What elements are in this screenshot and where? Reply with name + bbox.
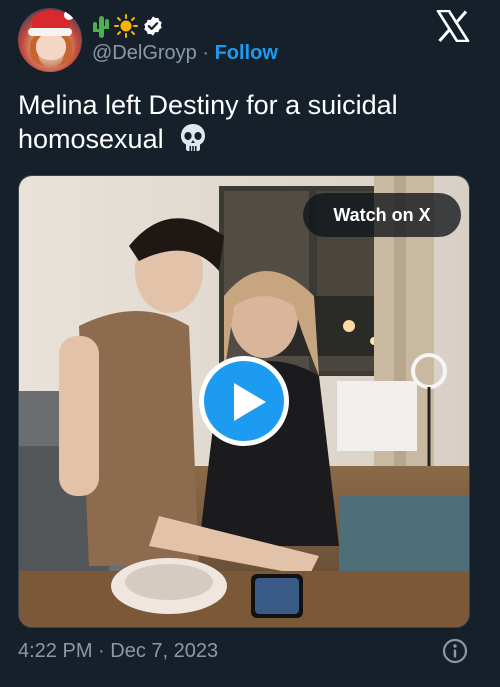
tweet-footer: 4:22 PM · Dec 7, 2023 [18,638,478,670]
play-icon [234,383,266,421]
video-media[interactable]: Watch on X [18,175,470,628]
timestamp[interactable]: 4:22 PM · Dec 7, 2023 [18,640,218,662]
skull-icon [181,124,206,151]
handle-separator: · [196,42,215,64]
info-icon[interactable] [442,638,468,664]
handle-line: @DelGroyp · Follow [92,42,278,65]
x-logo-icon[interactable] [436,10,470,42]
play-button[interactable] [199,356,289,446]
santa-hat-ball [64,10,74,20]
tweet-text: Melina left Destiny for a suicidal homos… [18,88,478,156]
author-handle[interactable]: @DelGroyp [92,42,197,64]
avatar[interactable] [18,8,82,72]
santa-hat-trim [28,28,72,36]
display-name-emojis [92,12,164,40]
tweet-header: @DelGroyp · Follow [0,0,500,80]
follow-button[interactable]: Follow [215,42,278,64]
watch-on-x-button[interactable]: Watch on X [303,193,461,237]
avatar-face [36,34,66,60]
cactus-icon [92,14,110,38]
verified-badge-icon [144,16,162,36]
sun-icon [114,14,138,38]
